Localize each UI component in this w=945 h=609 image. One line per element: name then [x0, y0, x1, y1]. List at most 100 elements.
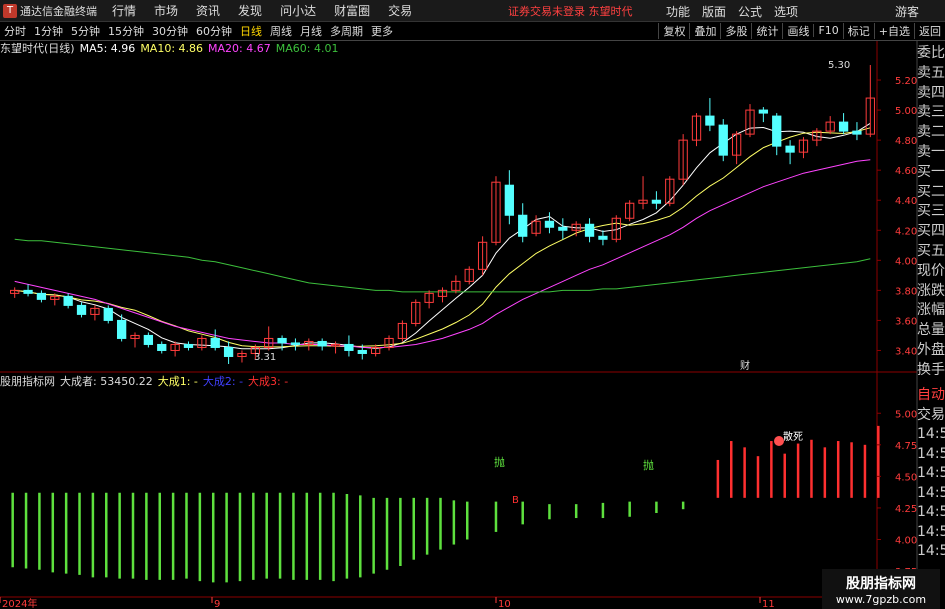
sell-signal-1: 抛	[494, 455, 505, 469]
quote-label: 外盘	[917, 341, 945, 358]
candle-body	[63, 295, 73, 306]
candle-body	[718, 124, 728, 156]
tick-panel: 自动 交易 14:55 14:56 14:56 14:56 14:56 14:5…	[917, 386, 945, 562]
candle-body	[344, 343, 354, 351]
tick-time: 14:56	[917, 445, 945, 462]
candle-body	[290, 342, 301, 345]
candle-body	[852, 130, 862, 135]
tick-time: 14:56	[917, 523, 945, 540]
big-1-value: 大成1: -	[157, 375, 198, 388]
price-tick-label: 3.80	[895, 286, 917, 297]
quote-label: 卖三	[917, 104, 945, 121]
ma60-value: MA60: 4.01	[275, 41, 339, 55]
candle-body	[357, 349, 367, 354]
main-indicator-header: 东望时代(日线) MA5: 4.96 MA10: 4.86 MA20: 4.67…	[0, 41, 343, 56]
candle-body	[103, 307, 113, 321]
candle-body	[317, 340, 327, 347]
price-tick-label: 4.80	[895, 136, 917, 147]
quote-label: 买二	[917, 183, 945, 200]
price-tick-label: 5.20	[895, 76, 917, 87]
ma20-value: MA20: 4.67	[208, 41, 271, 55]
quote-label: 涨幅	[917, 302, 945, 319]
death-signal: 散死	[783, 430, 803, 443]
quote-label: 买一	[917, 163, 945, 180]
finance-marker: 财	[740, 359, 750, 372]
price-tick-label: 3.40	[895, 346, 917, 357]
tick-time: 14:56	[917, 543, 945, 559]
candle-body	[785, 145, 795, 153]
chart-canvas[interactable]: 5.20 5.00 4.80 4.60 4.40 4.20 4.00 3.80 3.60 3.40…	[0, 0, 945, 609]
quote-label: 买五	[917, 242, 945, 259]
candle-body	[838, 121, 849, 132]
candle-body	[36, 292, 47, 300]
big-2-value: 大成2: -	[202, 375, 244, 388]
sub-tick-label: 4.50	[895, 472, 917, 483]
quote-label: 卖四	[917, 84, 945, 101]
sub-tick-label: 4.25	[895, 504, 917, 515]
stock-name: 东望时代(日线)	[0, 42, 75, 55]
candle-body	[758, 109, 769, 114]
low-price-label: 3.31	[254, 352, 276, 363]
tick-time: 14:56	[917, 504, 945, 520]
sub-tick-label: 4.75	[895, 441, 917, 452]
ma60-line	[14, 238, 871, 293]
candle-body	[584, 223, 595, 237]
date-label: 9	[214, 599, 220, 609]
candle-body	[544, 220, 555, 228]
tick-time: 14:56	[917, 465, 945, 481]
quote-label: 买四	[917, 223, 945, 240]
watermark: 股朋指标网 www.7gpzb.com	[822, 569, 940, 609]
price-tick-label: 4.40	[895, 196, 917, 207]
price-tick-label: 4.60	[895, 166, 917, 177]
candle-body	[143, 334, 154, 345]
quote-label: 卖二	[917, 124, 945, 141]
tick-time: 14:56	[917, 484, 945, 501]
sub-indicator-name[interactable]: 股朋指标网	[0, 373, 55, 389]
candle-body	[558, 226, 568, 231]
price-tick-label: 4.20	[895, 226, 917, 237]
candle-body	[76, 304, 87, 315]
candle-body	[518, 214, 528, 237]
buy-signal: B	[512, 495, 519, 506]
candle-body	[23, 289, 33, 294]
quote-label: 买三	[917, 203, 945, 220]
sub-indicator-header: 股朋指标网 大成者: 53450.22 大成1: - 大成2: - 大成3: -	[0, 374, 293, 388]
auto-label[interactable]: 自动	[917, 386, 945, 406]
quote-label: 卖一	[917, 143, 945, 160]
sell-signal-2: 抛	[643, 458, 654, 472]
price-tick-label: 3.60	[895, 316, 917, 327]
quote-label: 涨跌	[917, 282, 945, 299]
tick-time: 14:55	[917, 426, 945, 442]
ma5-value: MA5: 4.96	[79, 41, 136, 55]
big-one-value: 大成者: 53450.22	[60, 375, 153, 388]
ma10-line	[14, 127, 871, 348]
date-label: 11	[762, 599, 775, 609]
quote-label: 换手	[917, 361, 945, 378]
big-3-value: 大成3: -	[248, 375, 289, 388]
date-label: 10	[498, 599, 511, 609]
watermark-url: www.7gpzb.com	[835, 592, 927, 606]
candle-body	[223, 346, 234, 357]
price-tick-label: 4.00	[895, 256, 917, 267]
candle-body	[157, 343, 167, 351]
candle-body	[277, 337, 287, 344]
ma20-line	[14, 159, 871, 348]
ma10-value: MA10: 4.86	[140, 41, 204, 55]
sub-tick-label: 4.00	[895, 536, 917, 547]
quote-label: 现价	[917, 262, 945, 279]
candle-body	[651, 199, 662, 204]
price-tick-label: 5.00	[895, 106, 917, 117]
trade-label: 交易	[917, 406, 945, 423]
quote-label: 总量	[917, 322, 945, 339]
candle-body	[116, 319, 127, 339]
quote-label: 委比	[917, 45, 945, 61]
ma5-line	[14, 122, 871, 350]
sub-tick-label: 5.00	[895, 409, 917, 420]
high-price-label: 5.30	[828, 60, 850, 71]
date-label: 2024年	[2, 597, 37, 609]
candle-body	[504, 184, 514, 216]
quote-label: 卖五	[917, 64, 945, 81]
candle-body	[183, 343, 194, 348]
candle-body	[705, 115, 715, 126]
candle-body	[210, 337, 220, 348]
